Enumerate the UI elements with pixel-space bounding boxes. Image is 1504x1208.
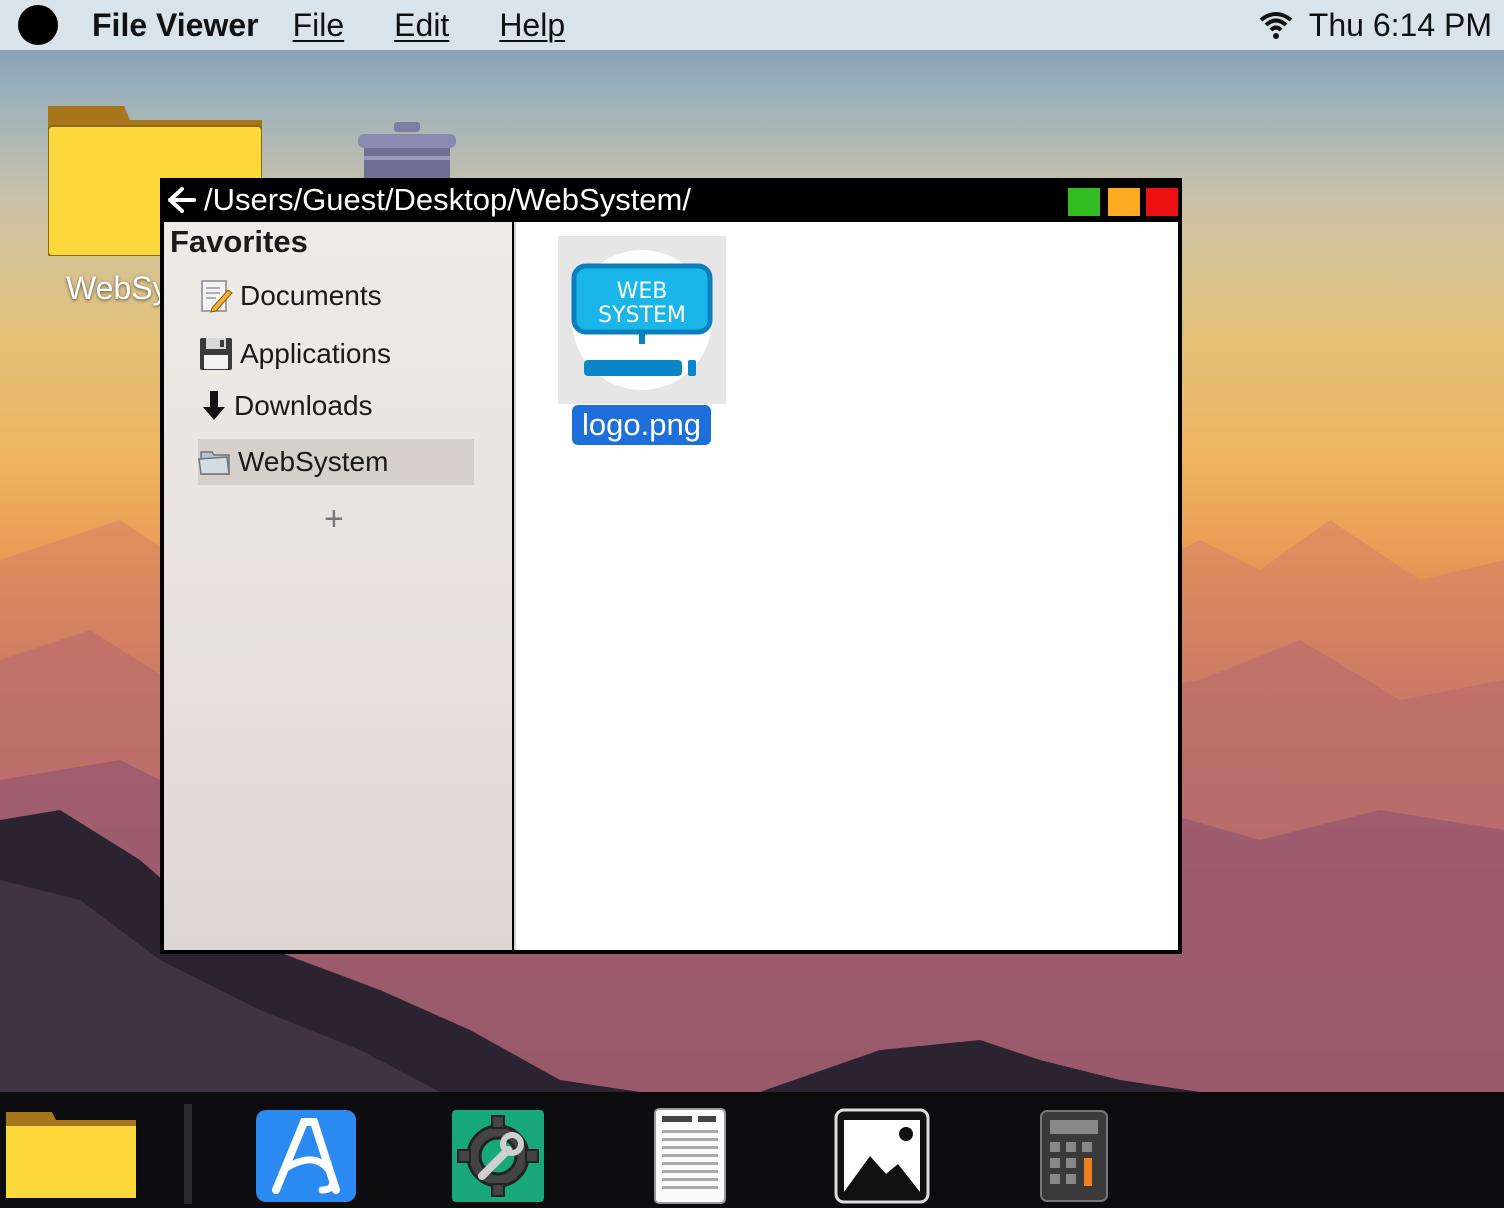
- app-title: File Viewer: [92, 6, 259, 43]
- folder-icon: [198, 451, 230, 475]
- wifi-icon[interactable]: [1259, 10, 1293, 40]
- sidebar-item-downloads[interactable]: Downloads: [200, 384, 373, 428]
- back-arrow-icon[interactable]: [164, 182, 200, 218]
- document-icon: [201, 280, 233, 313]
- menu-bar: File Viewer File Edit Help Thu 6:14 PM: [0, 0, 1504, 50]
- dock-separator: [184, 1104, 192, 1204]
- sidebar-item-applications[interactable]: Applications: [198, 332, 391, 376]
- system-menu-icon[interactable]: [18, 5, 58, 45]
- floppy-disk-icon: [200, 338, 232, 370]
- favorites-sidebar: Favorites Documents Applications Downloa…: [164, 222, 512, 950]
- menu-edit[interactable]: Edit: [394, 7, 449, 44]
- file-name-label[interactable]: logo.png: [572, 405, 711, 445]
- maximize-button[interactable]: [1068, 188, 1100, 216]
- window-titlebar[interactable]: /Users/Guest/Desktop/WebSystem/: [160, 178, 1182, 222]
- dock-folder-icon[interactable]: [6, 1112, 138, 1200]
- sidebar-item-label: WebSystem: [238, 446, 389, 477]
- image-viewer-icon[interactable]: [834, 1108, 930, 1204]
- sidebar-item-websystem[interactable]: WebSystem: [198, 439, 474, 485]
- minimize-button[interactable]: [1108, 188, 1140, 216]
- path-breadcrumb: /Users/Guest/Desktop/WebSystem/: [204, 182, 691, 217]
- sidebar-item-label: Applications: [240, 338, 391, 369]
- file-viewer-window: /Users/Guest/Desktop/WebSystem/ Favorite…: [160, 178, 1182, 954]
- spreadsheet-document-icon[interactable]: [654, 1108, 726, 1204]
- clock: Thu 6:14 PM: [1308, 6, 1492, 43]
- logo-text-line-1: WEB: [617, 279, 668, 304]
- sidebar-title: Favorites: [170, 224, 308, 259]
- websystem-logo-image: WEB SYSTEM: [571, 250, 713, 390]
- add-favorite-button[interactable]: +: [324, 500, 344, 539]
- sidebar-item-label: Downloads: [234, 390, 373, 421]
- logo-text-line-2: SYSTEM: [598, 303, 686, 328]
- dock: [0, 1092, 1504, 1208]
- file-thumbnail[interactable]: WEB SYSTEM: [558, 236, 726, 404]
- menu-file[interactable]: File: [293, 7, 345, 44]
- download-arrow-icon: [203, 391, 225, 420]
- close-button[interactable]: [1146, 188, 1178, 216]
- calculator-icon[interactable]: [1040, 1110, 1108, 1202]
- desktop-folder-label[interactable]: WebSy: [66, 270, 169, 307]
- trash-icon[interactable]: [354, 118, 460, 184]
- sidebar-item-documents[interactable]: Documents: [198, 274, 382, 318]
- file-list-pane[interactable]: WEB SYSTEM logo.png: [514, 222, 1178, 950]
- sidebar-item-label: Documents: [240, 280, 382, 311]
- settings-icon[interactable]: [452, 1110, 544, 1202]
- text-editor-icon[interactable]: [256, 1110, 356, 1202]
- menu-help[interactable]: Help: [499, 7, 565, 44]
